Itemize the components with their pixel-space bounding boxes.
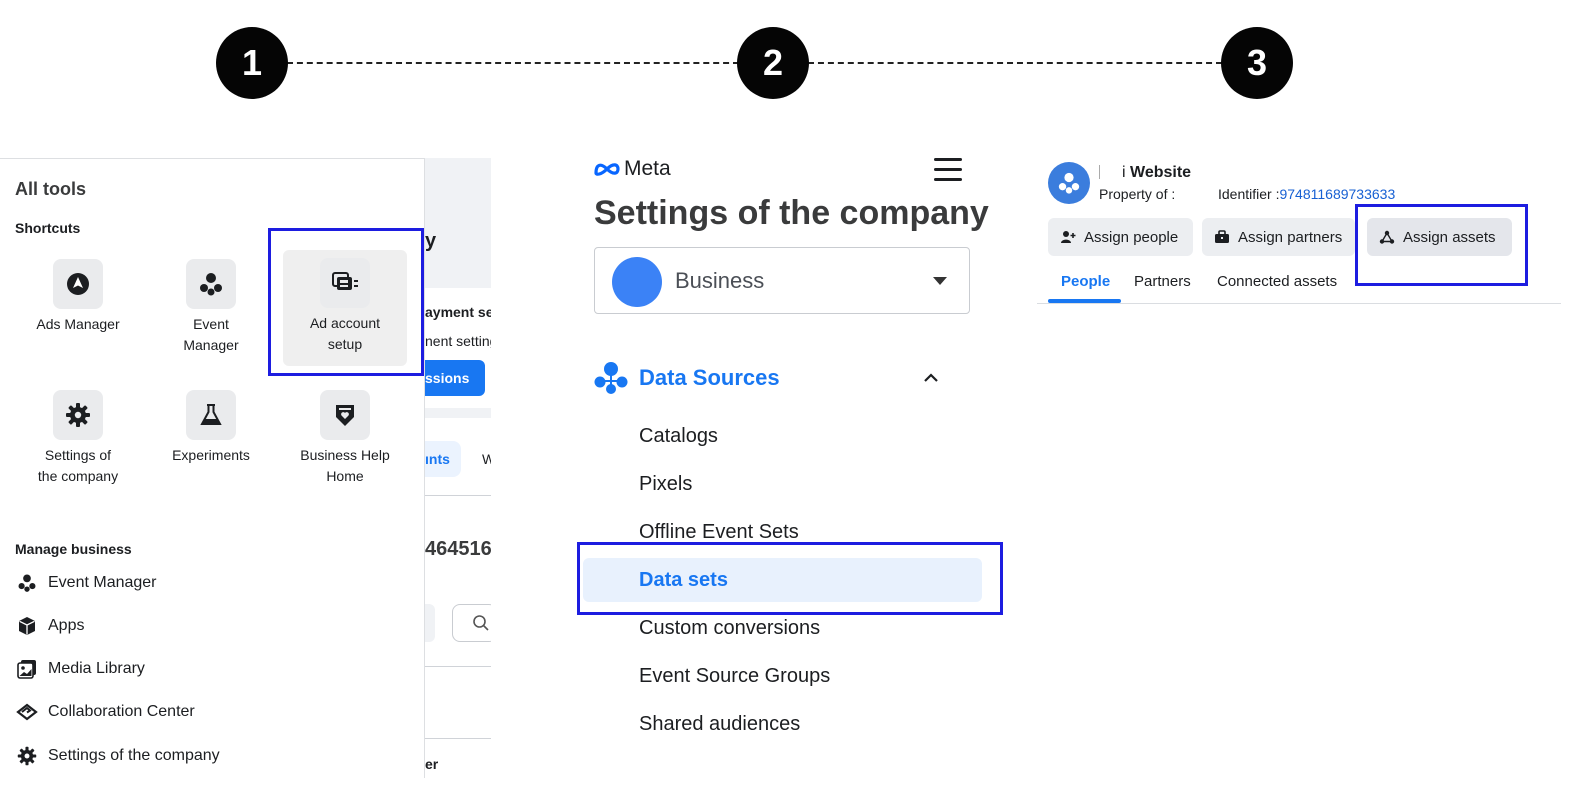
- background-tab-accounts[interactable]: ınts: [425, 441, 461, 477]
- section-data-sources[interactable]: Data Sources: [593, 360, 949, 396]
- menu-item-label: Event Manager: [48, 574, 157, 591]
- identifier-value[interactable]: 974811689733633: [1279, 186, 1395, 202]
- cube-icon: [15, 614, 39, 638]
- step-connector-2-3: [808, 62, 1222, 64]
- nav-item-event-source-groups[interactable]: Event Source Groups: [639, 665, 830, 688]
- menu-item-label: Media Library: [48, 660, 145, 677]
- menu-item-media-library[interactable]: Media Library: [15, 657, 145, 681]
- assign-partners-label: Assign partners: [1238, 228, 1343, 246]
- shortcut-business-help-home[interactable]: Business Help Home: [283, 390, 407, 487]
- meta-wordmark: Meta: [624, 157, 671, 180]
- meta-logo[interactable]: Meta: [593, 157, 671, 181]
- menu-item-event-manager[interactable]: Event Manager: [15, 571, 157, 595]
- background-divider-3: [425, 738, 491, 739]
- assign-people-button[interactable]: Assign people: [1048, 218, 1193, 256]
- highlight-box-assign-assets: [1355, 204, 1528, 286]
- dataset-name-prefix: i: [1122, 164, 1126, 181]
- background-tab-2[interactable]: W: [482, 451, 491, 467]
- page-title: Settings of the company: [594, 194, 989, 232]
- dataset-name-main: Website: [1130, 164, 1192, 181]
- background-input[interactable]: [425, 604, 435, 642]
- tabs-divider: [1037, 303, 1561, 304]
- shortcut-label: Event Manager: [183, 316, 239, 353]
- identifier-label: Identifier :: [1218, 186, 1280, 202]
- shortcut-ads-manager[interactable]: Ads Manager: [16, 259, 140, 335]
- gear-icon: [53, 390, 103, 440]
- hamburger-menu-icon[interactable]: [934, 158, 962, 182]
- meta-infinity-icon: [594, 163, 620, 176]
- background-search-box[interactable]: [452, 604, 491, 642]
- menu-item-apps[interactable]: Apps: [15, 614, 84, 638]
- nav-item-offline-event-sets[interactable]: Offline Event Sets: [639, 521, 799, 544]
- data-sources-icon: [594, 362, 628, 394]
- shortcut-experiments[interactable]: Experiments: [149, 390, 273, 466]
- add-person-icon: [1060, 229, 1076, 245]
- background-page: y ayment se nent setting ssions ınts W 4…: [425, 158, 491, 778]
- background-divider-2: [425, 666, 491, 667]
- background-button-label: ssions: [425, 370, 470, 386]
- background-divider-1: [425, 495, 491, 496]
- event-manager-icon: [186, 259, 236, 309]
- business-avatar: [612, 257, 662, 307]
- highlight-box-ad-account-setup: [268, 228, 424, 376]
- nav-item-catalogs[interactable]: Catalogs: [639, 425, 718, 448]
- shortcut-event-manager[interactable]: Event Manager: [149, 259, 273, 356]
- shortcut-label: Ads Manager: [36, 316, 120, 332]
- step-connector-1-2: [287, 62, 739, 64]
- manage-business-heading: Manage business: [15, 541, 132, 557]
- help-shield-icon: [320, 390, 370, 440]
- event-manager-icon: [15, 571, 39, 595]
- background-separator: [425, 408, 491, 418]
- chevron-up-icon: [924, 373, 938, 382]
- background-permissions-button[interactable]: ssions: [425, 360, 485, 396]
- menu-item-collaboration-center[interactable]: Collaboration Center: [15, 700, 195, 724]
- step-1-badge: 1: [216, 27, 288, 99]
- menu-item-label: Collaboration Center: [48, 703, 195, 720]
- tab-partners[interactable]: Partners: [1134, 273, 1191, 290]
- tab-people[interactable]: People: [1061, 273, 1110, 290]
- nav-item-pixels[interactable]: Pixels: [639, 473, 692, 496]
- flask-icon: [186, 390, 236, 440]
- background-payment-fragment: ayment se: [425, 304, 491, 320]
- background-footer-fragment: er: [425, 756, 439, 772]
- assign-people-label: Assign people: [1084, 228, 1179, 246]
- caret-down-icon: [933, 277, 947, 285]
- background-tab-label: ınts: [425, 451, 450, 467]
- gear-icon: [15, 744, 39, 768]
- nav-item-custom-conversions[interactable]: Custom conversions: [639, 617, 820, 640]
- background-settings-fragment: nent setting: [425, 333, 491, 349]
- search-icon: [473, 615, 489, 631]
- media-library-icon: [15, 657, 39, 681]
- menu-item-label: Apps: [48, 617, 85, 634]
- all-tools-title: All tools: [15, 179, 86, 199]
- step-2-badge: 2: [737, 27, 809, 99]
- briefcase-icon: [1214, 229, 1230, 245]
- shortcut-settings-of-the-company[interactable]: Settings of the company: [16, 390, 140, 487]
- business-selector[interactable]: Business: [594, 247, 970, 314]
- shortcut-label: Settings of the company: [37, 447, 119, 484]
- section-title: Data Sources: [639, 365, 780, 390]
- identifier-row: Identifier :974811689733633: [1218, 186, 1395, 202]
- ads-manager-icon: [53, 259, 103, 309]
- redaction-mark: [1099, 165, 1100, 179]
- shortcut-label: Business Help Home: [300, 447, 390, 484]
- business-name: Business: [675, 268, 765, 293]
- event-manager-icon: [1058, 172, 1080, 194]
- menu-item-settings-of-the-company[interactable]: Settings of the company: [15, 744, 220, 768]
- dataset-name: i Website: [1099, 164, 1191, 182]
- shortcut-label: Experiments: [172, 447, 250, 463]
- nav-item-shared-audiences[interactable]: Shared audiences: [639, 713, 800, 736]
- dataset-avatar: [1048, 162, 1090, 204]
- tab-connected-assets[interactable]: Connected assets: [1217, 273, 1337, 290]
- step-3-badge: 3: [1221, 27, 1293, 99]
- background-heading-fragment: y: [425, 230, 437, 252]
- shortcuts-heading: Shortcuts: [15, 220, 81, 236]
- assign-partners-button[interactable]: Assign partners: [1202, 218, 1355, 256]
- property-of-label: Property of :: [1099, 186, 1176, 202]
- highlight-box-data-sets: [577, 542, 1003, 615]
- background-id-fragment: 4645168: [425, 538, 491, 560]
- menu-item-label: Settings of the company: [48, 747, 220, 764]
- background-header: [425, 158, 491, 288]
- handshake-icon: [15, 700, 39, 724]
